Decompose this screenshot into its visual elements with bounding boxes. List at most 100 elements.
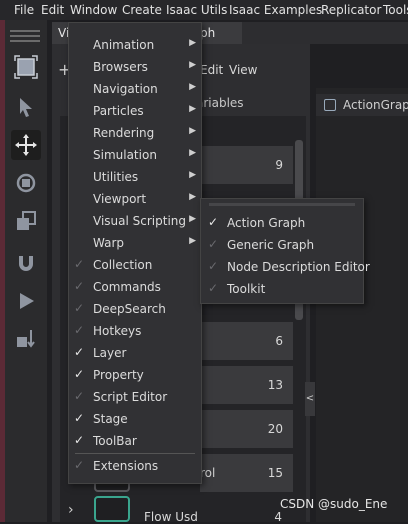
pane-menu-view[interactable]: View: [229, 63, 257, 77]
menu-isaac-examples[interactable]: Isaac Examples: [229, 3, 322, 17]
menu-item-label: Stage: [93, 412, 128, 426]
menu-item-stage[interactable]: ✓ Stage: [69, 409, 201, 431]
control-label: rol: [200, 466, 216, 480]
menu-window[interactable]: Window: [70, 3, 117, 17]
menu-item-label: Layer: [93, 346, 127, 360]
scale-icon[interactable]: [11, 206, 41, 236]
list-item[interactable]: 6: [200, 322, 293, 360]
menu-item-collection[interactable]: ✓ Collection: [69, 255, 201, 277]
item-count: 9: [275, 158, 283, 172]
submenu-arrow-icon: ▶: [189, 192, 196, 202]
action-graph-canvas[interactable]: [316, 88, 408, 522]
pane-menu-edit[interactable]: Edit: [200, 63, 223, 77]
menu-item-deepsearch[interactable]: ✓ DeepSearch: [69, 299, 201, 321]
menu-item-label: Collection: [93, 258, 153, 272]
menu-item-label: Particles: [93, 104, 144, 118]
toolbar-grip-icon[interactable]: [10, 30, 40, 44]
move-icon[interactable]: [11, 130, 41, 160]
variables-header: ariables: [196, 96, 244, 110]
collapse-panel-handle[interactable]: <: [305, 382, 315, 416]
menu-item-label: Property: [93, 368, 144, 382]
menu-item-label: Script Editor: [93, 390, 168, 404]
menu-item-label: Rendering: [93, 126, 155, 140]
submenu-header-bar: [209, 203, 355, 206]
menu-item-script-editor[interactable]: ✓ Script Editor: [69, 387, 201, 409]
menu-item-label: Hotkeys: [93, 324, 142, 338]
submenu-item-label: Action Graph: [227, 216, 306, 230]
submenu-arrow-icon: ▶: [189, 236, 196, 246]
check-icon: ✓: [74, 458, 85, 472]
menu-item-commands[interactable]: ✓ Commands: [69, 277, 201, 299]
physics-icon[interactable]: [11, 324, 41, 354]
snap-magnet-icon[interactable]: [11, 248, 41, 278]
check-icon: ✓: [208, 259, 219, 273]
menu-isaac-utils[interactable]: Isaac Utils: [166, 3, 227, 17]
rotate-icon[interactable]: [11, 168, 41, 198]
menu-file[interactable]: File: [14, 3, 34, 17]
submenu-arrow-icon: ▶: [189, 60, 196, 70]
list-item-flow-usd[interactable]: › Flow Usd 4: [60, 496, 306, 524]
check-icon: ✓: [208, 215, 219, 229]
graph-icon: [324, 99, 336, 111]
menu-item-simulation[interactable]: Simulation ▶: [69, 145, 201, 167]
menu-item-label: Commands: [93, 280, 161, 294]
submenu-item-label: Node Description Editor: [227, 260, 370, 274]
check-icon: ✓: [74, 279, 85, 293]
check-icon: ✓: [74, 301, 85, 315]
menu-create[interactable]: Create: [122, 3, 162, 17]
submenu-arrow-icon: ▶: [189, 214, 196, 224]
check-icon: ✓: [74, 389, 85, 403]
action-graph-tab[interactable]: ActionGraph: [316, 94, 408, 116]
check-icon: ✓: [74, 367, 85, 381]
menu-replicator[interactable]: Replicator: [321, 3, 381, 17]
menu-item-animation[interactable]: Animation ▶: [69, 35, 201, 57]
visual-scripting-submenu: ✓ Action Graph ✓ Generic Graph ✓ Node Descr…: [200, 198, 370, 304]
submenu-arrow-icon: ▶: [189, 126, 196, 136]
menu-item-label: Extensions: [93, 459, 159, 473]
check-icon: ✓: [74, 257, 85, 271]
menu-item-visual-scripting[interactable]: Visual Scripting ▶: [69, 211, 201, 233]
menu-item-hotkeys[interactable]: ✓ Hotkeys: [69, 321, 201, 343]
submenu-item-label: Generic Graph: [227, 238, 315, 252]
menu-edit[interactable]: Edit: [41, 3, 64, 17]
submenu-item-label: Toolkit: [227, 282, 266, 296]
menu-item-toolbar[interactable]: ✓ ToolBar: [69, 431, 201, 453]
menu-item-label: DeepSearch: [93, 302, 166, 316]
submenu-arrow-icon: ▶: [189, 148, 196, 158]
menu-item-property[interactable]: ✓ Property: [69, 365, 201, 387]
left-toolbar: [5, 20, 47, 522]
list-item[interactable]: 20: [200, 410, 293, 448]
menu-item-rendering[interactable]: Rendering ▶: [69, 123, 201, 145]
check-icon: ✓: [74, 345, 85, 359]
menu-item-browsers[interactable]: Browsers ▶: [69, 57, 201, 79]
check-icon: ✓: [208, 237, 219, 251]
list-item[interactable]: 13: [200, 366, 293, 404]
submenu-arrow-icon: ▶: [189, 82, 196, 92]
submenu-item-toolkit[interactable]: ✓ Toolkit: [201, 279, 363, 301]
play-icon[interactable]: [11, 286, 41, 316]
submenu-item-generic-graph[interactable]: ✓ Generic Graph: [201, 235, 363, 257]
flow-usd-icon: [94, 496, 130, 522]
menu-item-label: Simulation: [93, 148, 157, 162]
list-item[interactable]: 9: [200, 146, 293, 184]
menu-item-warp[interactable]: Warp ▶: [69, 233, 201, 255]
submenu-item-node-description-editor[interactable]: ✓ Node Description Editor: [201, 257, 370, 279]
check-icon: ✓: [208, 281, 219, 295]
submenu-arrow-icon: ▶: [189, 104, 196, 114]
select-arrow-icon[interactable]: [11, 92, 41, 122]
item-count: 13: [267, 378, 283, 392]
menu-item-label: Viewport: [93, 192, 147, 206]
item-count: 6: [275, 334, 283, 348]
submenu-item-action-graph[interactable]: ✓ Action Graph: [201, 213, 363, 235]
window-dropdown-menu: Animation ▶ Browsers ▶ Navigation ▶ Particl…: [68, 22, 202, 484]
menu-item-extensions[interactable]: ✓ Extensions: [69, 456, 201, 478]
chevron-right-icon[interactable]: ›: [68, 502, 74, 518]
watermark: CSDN @sudo_Ene: [280, 497, 388, 511]
menu-item-navigation[interactable]: Navigation ▶: [69, 79, 201, 101]
menu-item-utilities[interactable]: Utilities ▶: [69, 167, 201, 189]
cube-icon[interactable]: [11, 52, 41, 82]
menu-item-particles[interactable]: Particles ▶: [69, 101, 201, 123]
menu-item-layer[interactable]: ✓ Layer: [69, 343, 201, 365]
menu-tools[interactable]: Tools: [383, 3, 408, 17]
menu-item-viewport[interactable]: Viewport ▶: [69, 189, 201, 211]
